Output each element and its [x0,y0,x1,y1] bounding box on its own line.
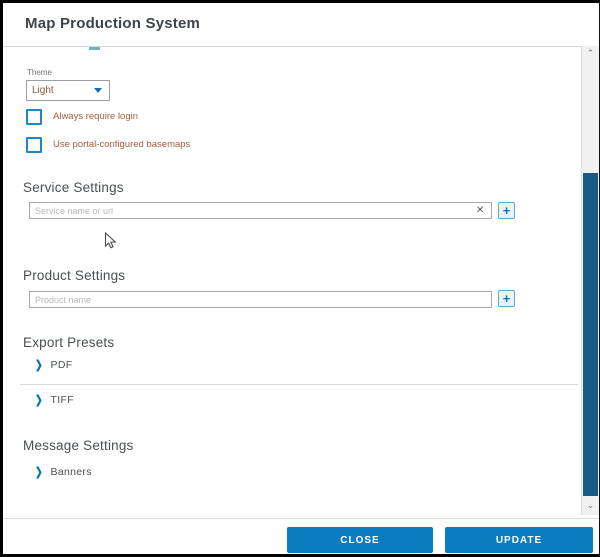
scroll-up-icon[interactable]: ⌃ [582,46,599,60]
product-name-input[interactable] [29,291,492,308]
scroll-down-icon[interactable]: ⌄ [582,501,599,515]
banners-row[interactable]: ❯ Banners [35,466,92,478]
service-name-input[interactable] [29,202,492,219]
service-settings-heading: Service Settings [23,180,124,195]
add-service-button[interactable]: + [498,202,515,219]
preset-divider [20,384,578,385]
export-presets-heading: Export Presets [23,335,114,350]
chevron-right-icon: ❯ [35,358,43,372]
clear-icon[interactable]: ✕ [476,206,484,216]
theme-label: Theme [27,68,52,77]
portal-basemaps-checkbox[interactable] [26,137,42,153]
add-product-button[interactable]: + [498,290,515,307]
message-settings-heading: Message Settings [23,438,134,453]
banners-label: Banners [51,466,92,478]
always-require-login-row: Always require login [26,109,138,125]
portal-basemaps-row: Use portal-configured basemaps [26,137,190,153]
export-preset-pdf-row[interactable]: ❯ PDF [35,359,72,371]
caret-down-icon [94,88,102,93]
always-require-login-checkbox[interactable] [26,109,42,125]
always-require-login-label: Always require login [53,109,138,122]
theme-selected-value: Light [32,85,54,96]
theme-dropdown[interactable]: Light [26,80,110,101]
page-title: Map Production System [25,15,200,32]
map-production-dialog: Map Production System Theme Light Always… [0,0,600,557]
pdf-label: PDF [51,359,73,371]
close-button[interactable]: CLOSE [287,527,433,553]
portal-basemaps-label: Use portal-configured basemaps [53,137,190,150]
product-settings-heading: Product Settings [23,268,125,283]
update-button[interactable]: UPDATE [445,527,593,553]
mouse-cursor [104,232,117,250]
chevron-right-icon: ❯ [35,393,43,407]
chevron-right-icon: ❯ [35,465,43,479]
scrollbar-thumb[interactable] [583,173,598,496]
export-preset-tiff-row[interactable]: ❯ TIFF [35,394,74,406]
footer-divider [3,518,600,519]
vertical-scrollbar[interactable]: ⌃ ⌄ [581,46,599,515]
tiff-label: TIFF [51,394,74,406]
scrolled-content-remnant [89,47,100,50]
